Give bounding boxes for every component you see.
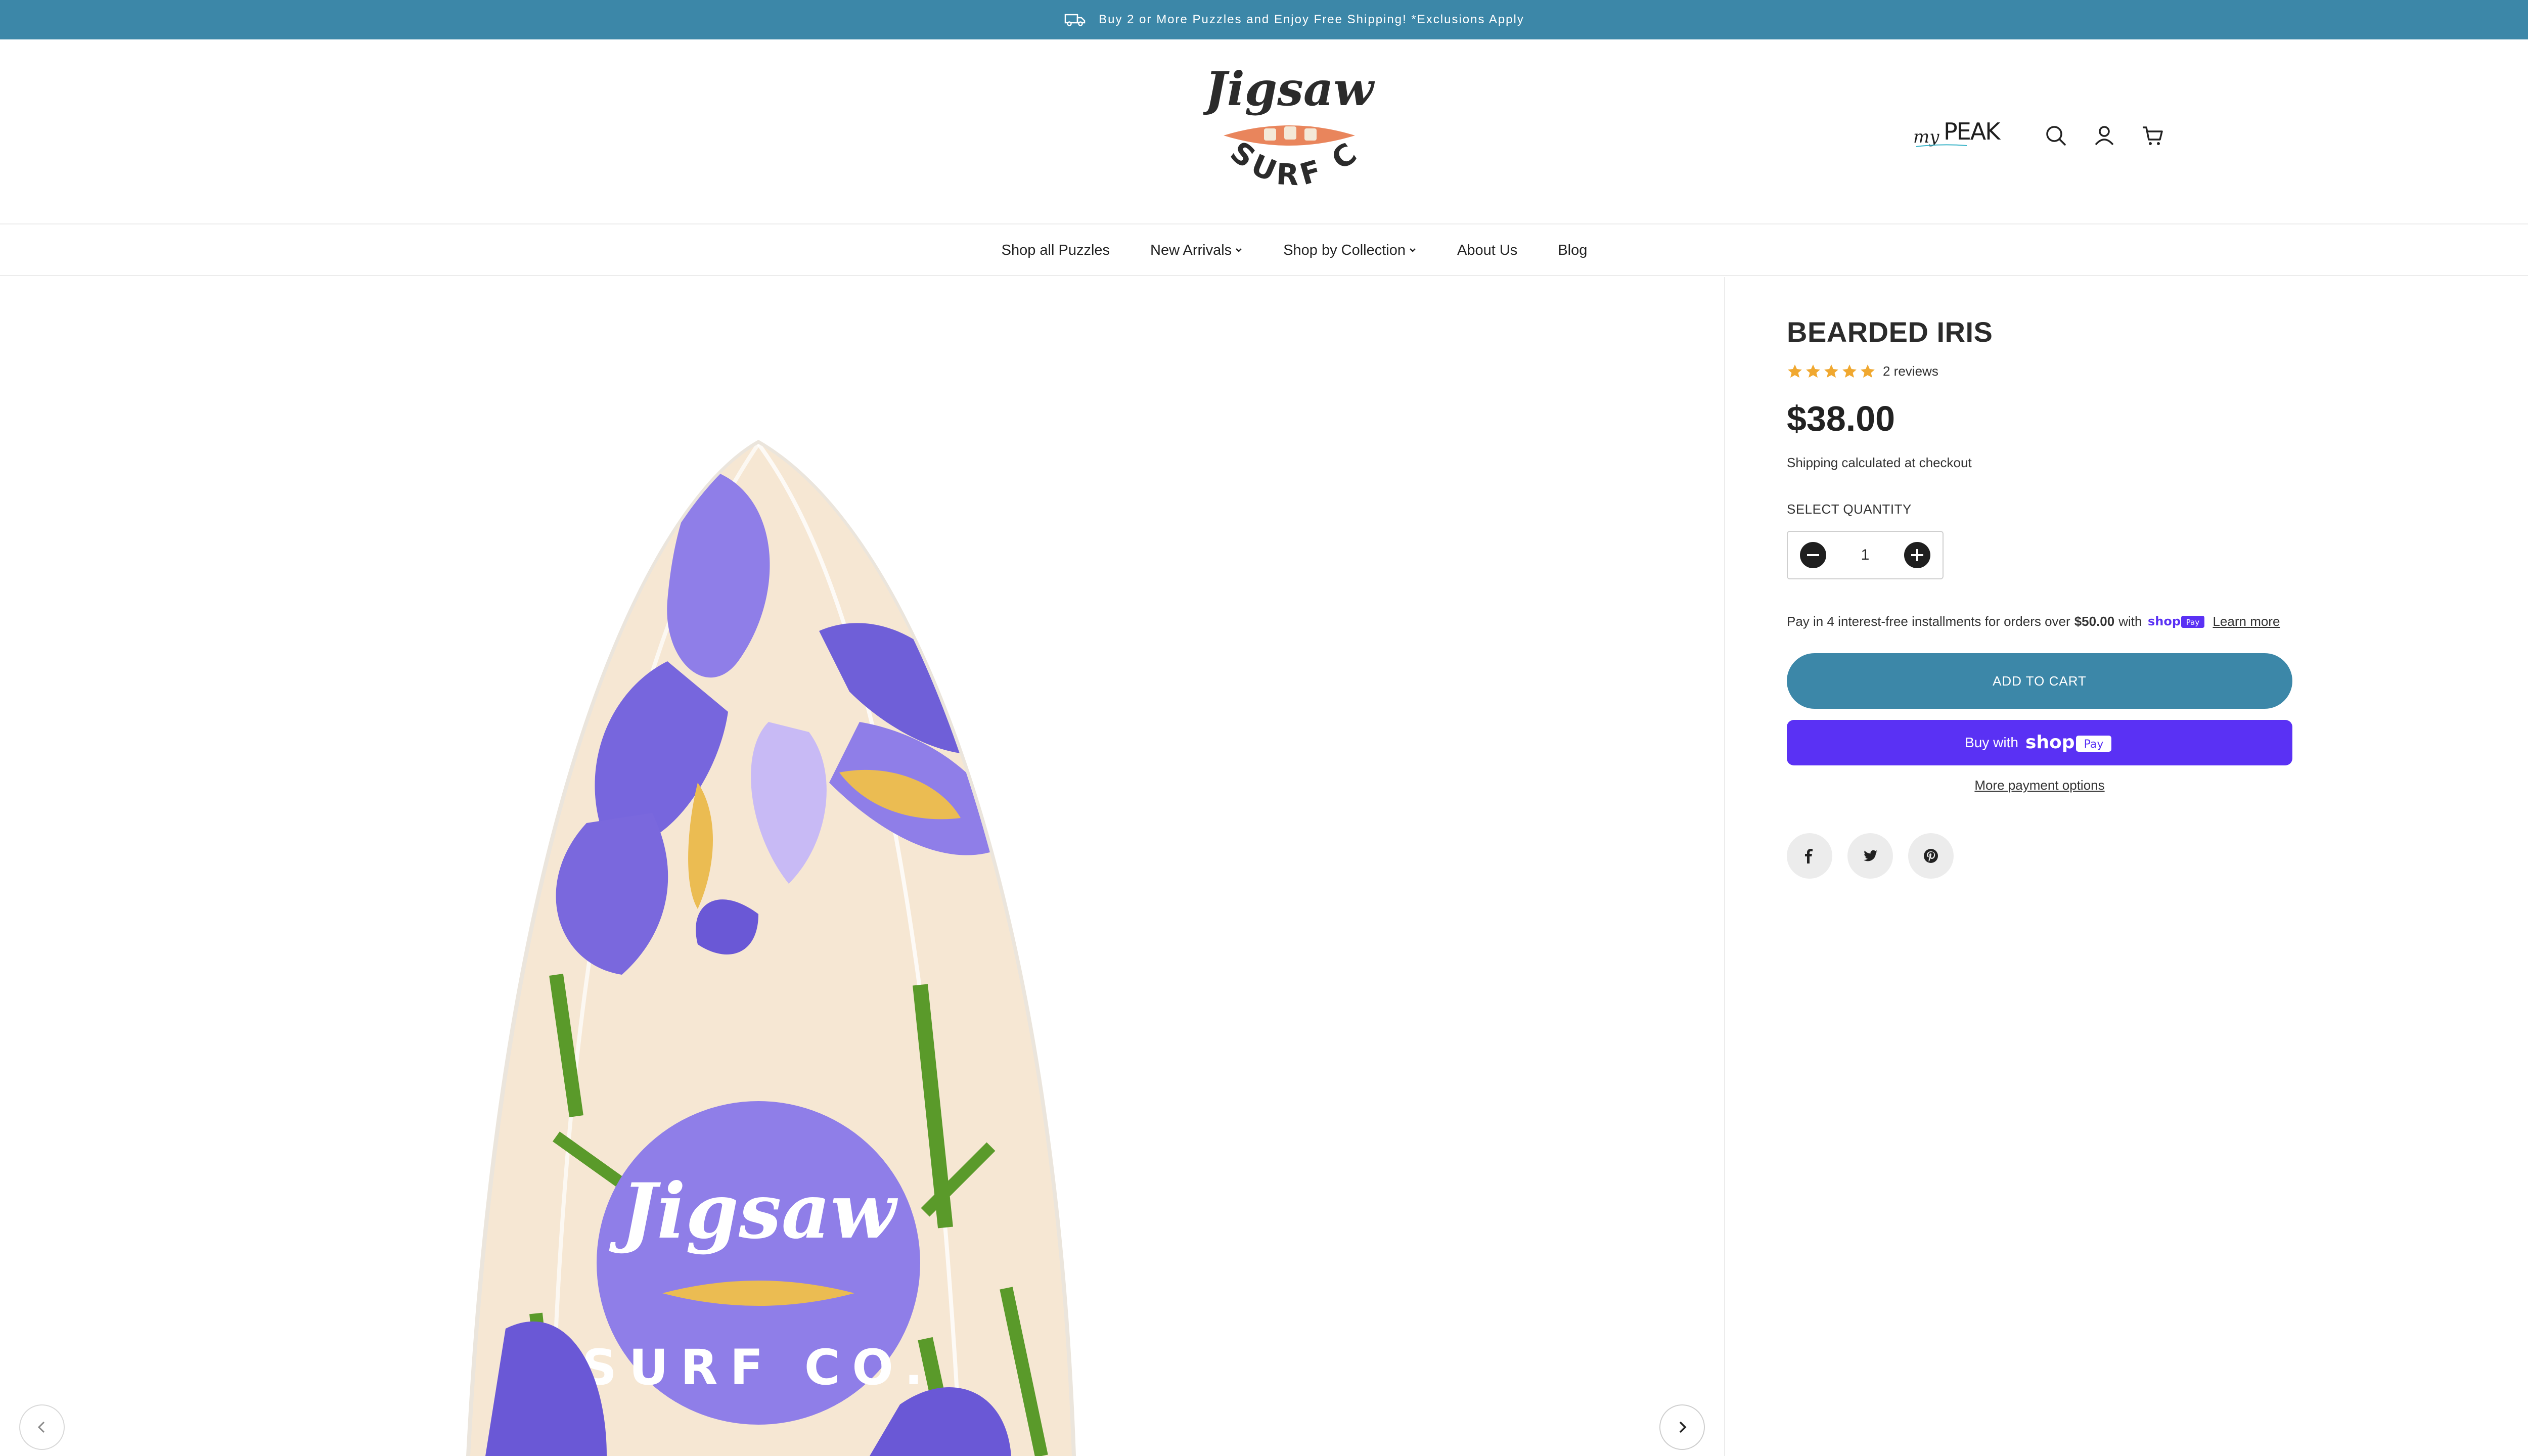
svg-text:Jigsaw: Jigsaw: [609, 1167, 898, 1256]
star-icon: [1824, 365, 1838, 378]
cart-icon[interactable]: [2141, 123, 2165, 148]
nav-label: New Arrivals: [1150, 242, 1232, 258]
installments-amount: $50.00: [2074, 613, 2115, 629]
truck-icon: [1064, 14, 1086, 26]
header-actions: my PEAK: [1911, 115, 2165, 156]
gallery-next-button[interactable]: [1659, 1404, 1705, 1450]
shipping-link[interactable]: Shipping: [1787, 455, 1838, 470]
star-icon: [1861, 365, 1875, 378]
main-nav: Shop all Puzzles New Arrivals Shop by Co…: [0, 225, 2528, 276]
minus-icon[interactable]: [1799, 541, 1827, 569]
chevron-right-icon: [1679, 1421, 1687, 1433]
share-facebook-button[interactable]: [1787, 833, 1832, 879]
star-icon: [1788, 365, 1802, 378]
share-pinterest-button[interactable]: [1908, 833, 1954, 879]
product-image[interactable]: Jigsaw SURF CO.: [0, 277, 1725, 1456]
quantity-label: SELECT QUANTITY: [1787, 502, 1912, 517]
svg-text:my: my: [1913, 127, 1939, 147]
facebook-icon: [1805, 849, 1813, 863]
nav-label: Blog: [1558, 242, 1588, 258]
nav-label: Shop by Collection: [1283, 242, 1406, 258]
pinterest-icon: [1924, 849, 1938, 863]
reviews-link[interactable]: 2 reviews: [1883, 363, 1938, 379]
star-icon: [1806, 365, 1820, 378]
quantity-stepper: [1787, 531, 1944, 579]
more-payment-options-link[interactable]: More payment options: [1787, 778, 2292, 793]
nav-blog[interactable]: Blog: [1558, 242, 1587, 259]
site-logo[interactable]: Jigsaw SURF CO.: [1203, 60, 1375, 211]
nav-shop-by-collection[interactable]: Shop by Collection: [1283, 242, 1417, 259]
star-icon: [1842, 365, 1857, 378]
star-rating: [1787, 363, 1876, 379]
chevron-left-icon: [37, 1421, 45, 1433]
svg-text:shop: shop: [2025, 732, 2075, 753]
buy-with-shop-pay-button[interactable]: Buy with shop Pay: [1787, 720, 2292, 765]
buy-with-label: Buy with: [1965, 735, 2018, 750]
product-rating: 2 reviews: [1787, 363, 1938, 379]
svg-text:Jigsaw: Jigsaw: [1203, 62, 1375, 116]
chevron-down-icon: [1236, 248, 1242, 252]
product-price: $38.00: [1787, 399, 1895, 438]
shipping-note-text: calculated at checkout: [1838, 455, 1972, 470]
shop-pay-logo: shop Pay: [2148, 614, 2205, 628]
learn-more-link[interactable]: Learn more: [2213, 614, 2280, 629]
nav-new-arrivals[interactable]: New Arrivals: [1150, 242, 1243, 259]
plus-icon[interactable]: [1903, 541, 1931, 569]
chevron-down-icon: [1410, 248, 1416, 252]
nav-shop-all-puzzles[interactable]: Shop all Puzzles: [1002, 242, 1110, 259]
add-to-cart-button[interactable]: ADD TO CART: [1787, 653, 2292, 709]
shipping-note: Shipping calculated at checkout: [1787, 455, 1972, 471]
nav-about-us[interactable]: About Us: [1457, 242, 1517, 259]
svg-text:Pay: Pay: [2084, 738, 2104, 751]
installments-text: Pay in 4 interest-free installments for …: [1787, 613, 2070, 629]
site-header: Jigsaw SURF CO. my PEAK: [0, 39, 2528, 224]
svg-text:shop: shop: [2148, 614, 2181, 628]
share-twitter-button[interactable]: [1847, 833, 1893, 879]
gallery-prev-button[interactable]: [19, 1404, 65, 1450]
svg-text:SURF CO.: SURF CO.: [582, 1339, 935, 1396]
quantity-input[interactable]: [1840, 547, 1890, 564]
shop-pay-logo: shop Pay: [2025, 732, 2111, 753]
svg-text:PEAK: PEAK: [1944, 118, 2001, 145]
account-icon[interactable]: [2092, 123, 2116, 148]
nav-label: Shop all Puzzles: [1001, 242, 1110, 258]
svg-text:Pay: Pay: [2186, 618, 2200, 627]
installments-with: with: [2118, 613, 2142, 629]
installments-note: Pay in 4 interest-free installments for …: [1787, 613, 2280, 630]
twitter-icon: [1864, 850, 1877, 861]
product-gallery: Jigsaw SURF CO.: [0, 277, 1725, 1456]
product-title: BEARDED IRIS: [1787, 316, 1993, 348]
social-share: [1787, 833, 1954, 879]
announcement-bar: Buy 2 or More Puzzles and Enjoy Free Shi…: [0, 0, 2528, 39]
announcement-text: Buy 2 or More Puzzles and Enjoy Free Shi…: [1099, 13, 1524, 26]
mypeak-logo[interactable]: my PEAK: [1911, 115, 2002, 156]
nav-label: About Us: [1457, 242, 1518, 258]
search-icon[interactable]: [2044, 123, 2068, 148]
